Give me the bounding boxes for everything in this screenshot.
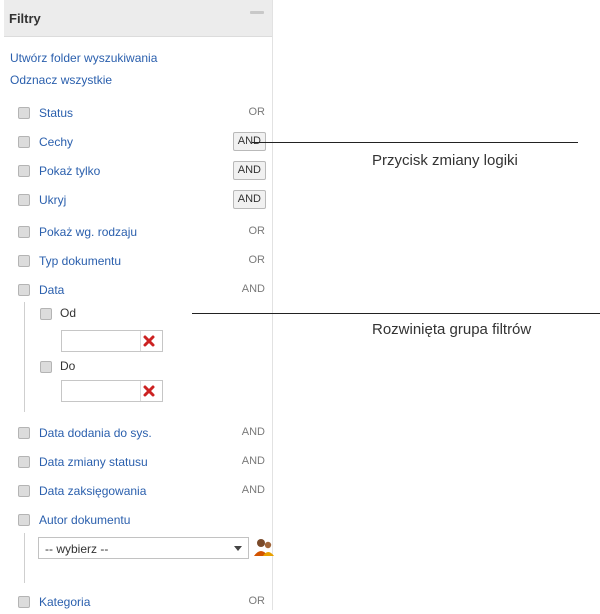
filter-checkbox[interactable] xyxy=(18,284,30,296)
filter-label[interactable]: Data dodania do sys. xyxy=(39,426,152,440)
filter-row-kategoria: Kategoria OR xyxy=(4,592,272,614)
logic-indicator: OR xyxy=(248,225,266,237)
filter-row-data-dodania: Data dodania do sys. AND xyxy=(4,423,272,445)
filter-label[interactable]: Pokaż wg. rodzaju xyxy=(39,225,137,239)
filter-checkbox[interactable] xyxy=(18,226,30,238)
filter-checkbox[interactable] xyxy=(18,456,30,468)
annotation-expanded-group: Rozwinięta grupa filtrów xyxy=(372,321,532,338)
clear-icon[interactable] xyxy=(142,334,156,348)
filter-row-pokaz-tylko: Pokaż tylko AND xyxy=(4,161,272,183)
filter-label[interactable]: Cechy xyxy=(39,135,73,149)
filter-row-data-zaksiegowania: Data zaksięgowania AND xyxy=(4,481,272,503)
panel-header: Filtry xyxy=(4,0,272,37)
filter-checkbox[interactable] xyxy=(18,485,30,497)
annotation-logic-button: Przycisk zmiany logiki xyxy=(372,152,518,169)
create-search-folder-link[interactable]: Utwórz folder wyszukiwania xyxy=(10,51,157,65)
filter-checkbox[interactable] xyxy=(18,136,30,148)
filter-row-pokaz-wg-rodzaju: Pokaż wg. rodzaju OR xyxy=(4,222,272,244)
date-to-label: Do xyxy=(60,359,76,373)
users-icon[interactable] xyxy=(253,537,275,557)
filter-label[interactable]: Data zmiany statusu xyxy=(39,455,148,469)
logic-indicator: OR xyxy=(248,595,266,607)
logic-toggle-button[interactable]: AND xyxy=(232,190,266,209)
filter-label[interactable]: Typ dokumentu xyxy=(39,254,121,268)
filter-checkbox[interactable] xyxy=(18,596,30,608)
filter-row-status: Status OR xyxy=(4,103,272,125)
filter-checkbox[interactable] xyxy=(18,514,30,526)
chevron-down-icon xyxy=(234,546,242,551)
filter-label[interactable]: Data xyxy=(39,283,64,297)
logic-indicator: AND xyxy=(241,426,265,438)
date-to-input[interactable] xyxy=(61,380,163,402)
clear-icon[interactable] xyxy=(142,384,156,398)
filter-row-data-zmiany-statusu: Data zmiany statusu AND xyxy=(4,452,272,474)
uncheck-all-link[interactable]: Odznacz wszystkie xyxy=(10,73,112,87)
filter-row-data: Data AND xyxy=(4,280,272,302)
filter-row-typ-dokumentu: Typ dokumentu OR xyxy=(4,251,272,273)
filter-label[interactable]: Ukryj xyxy=(39,193,66,207)
filter-checkbox[interactable] xyxy=(18,194,30,206)
logic-indicator: AND xyxy=(241,455,265,467)
filter-label[interactable]: Autor dokumentu xyxy=(39,513,130,527)
logic-indicator: AND xyxy=(241,484,265,496)
logic-toggle-button[interactable]: AND xyxy=(232,161,266,180)
collapse-icon[interactable] xyxy=(250,11,264,14)
annotation-line xyxy=(252,142,578,143)
tree-connector xyxy=(24,533,25,583)
date-from-input[interactable] xyxy=(61,330,163,352)
logic-indicator: OR xyxy=(248,106,266,118)
filter-row-cechy: Cechy AND xyxy=(4,132,272,154)
filter-row-autor-dokumentu: Autor dokumentu xyxy=(4,510,272,532)
tree-connector xyxy=(24,302,25,412)
filters-panel: Filtry Utwórz folder wyszukiwania Odznac… xyxy=(4,0,275,610)
author-select-value: -- wybierz -- xyxy=(45,542,109,556)
filter-row-ukryj: Ukryj AND xyxy=(4,190,272,212)
filter-label[interactable]: Data zaksięgowania xyxy=(39,484,146,498)
annotation-line xyxy=(192,313,600,314)
logic-indicator: OR xyxy=(248,254,266,266)
date-from-field[interactable] xyxy=(62,331,141,351)
logic-indicator: AND xyxy=(241,283,265,295)
filter-label[interactable]: Kategoria xyxy=(39,595,90,609)
filter-checkbox[interactable] xyxy=(18,165,30,177)
date-to-checkbox[interactable] xyxy=(40,361,52,373)
date-to-field[interactable] xyxy=(62,381,141,401)
filter-label[interactable]: Status xyxy=(39,106,73,120)
filter-checkbox[interactable] xyxy=(18,427,30,439)
date-from-label: Od xyxy=(60,306,77,320)
author-select[interactable]: -- wybierz -- xyxy=(38,537,249,559)
filter-checkbox[interactable] xyxy=(18,255,30,267)
date-from-checkbox[interactable] xyxy=(40,308,52,320)
filter-label[interactable]: Pokaż tylko xyxy=(39,164,100,178)
filter-checkbox[interactable] xyxy=(18,107,30,119)
panel-title: Filtry xyxy=(9,11,41,26)
